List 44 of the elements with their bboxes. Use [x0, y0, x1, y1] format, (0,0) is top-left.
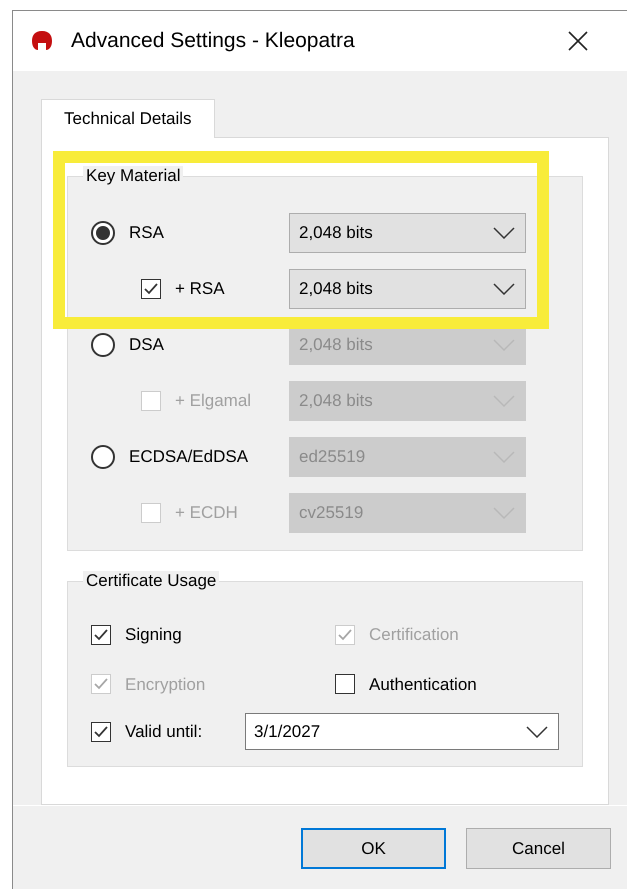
checkbox-label: Authentication	[369, 674, 477, 696]
group-title: Key Material	[83, 166, 184, 186]
chevron-down-icon	[493, 283, 515, 295]
check-icon	[144, 283, 158, 295]
dialog-button[interactable]: OK	[301, 828, 446, 869]
chevron-down-icon	[526, 726, 548, 738]
dialog-button[interactable]: Cancel	[466, 828, 611, 869]
chevron-down-icon	[493, 227, 515, 239]
check-icon	[338, 628, 352, 641]
checkbox-label: Certification	[369, 624, 459, 646]
check-icon	[94, 726, 108, 738]
dropdown-value: 2,048 bits	[299, 334, 373, 356]
radio-label: RSA	[129, 222, 164, 244]
checkbox[interactable]	[91, 722, 111, 742]
window-title: Advanced Settings - Kleopatra	[71, 28, 355, 54]
checkbox-label: Signing	[125, 624, 182, 646]
dropdown-value: cv25519	[299, 502, 364, 524]
check-icon	[94, 628, 108, 641]
checkbox-label: + Elgamal	[175, 390, 252, 412]
radio-button[interactable]	[91, 221, 115, 245]
checkbox-label: + ECDH	[175, 502, 238, 524]
date-field[interactable]: 3/1/2027	[245, 713, 559, 750]
date-value: 3/1/2027	[254, 720, 320, 743]
bits-dropdown[interactable]: 2,048 bits	[289, 269, 526, 309]
dropdown-value: ed25519	[299, 446, 366, 468]
radio-label: DSA	[129, 334, 164, 356]
checkbox-label: + RSA	[175, 278, 225, 300]
radio-label: ECDSA/EdDSA	[129, 446, 248, 468]
checkbox[interactable]	[335, 674, 355, 694]
dropdown-value: 2,048 bits	[299, 278, 373, 300]
checkbox[interactable]	[91, 624, 111, 645]
close-icon[interactable]	[568, 31, 588, 51]
checkbox[interactable]	[141, 279, 161, 299]
radio-button[interactable]	[91, 445, 115, 469]
checkbox-label: Valid until:	[125, 720, 204, 743]
dropdown-value: 2,048 bits	[299, 222, 373, 244]
tab[interactable]: Technical Details	[41, 99, 215, 138]
checkbox-label: Encryption	[125, 674, 206, 696]
bits-dropdown[interactable]: 2,048 bits	[289, 213, 526, 253]
group-title: Certificate Usage	[83, 571, 220, 591]
radio-button[interactable]	[91, 333, 115, 357]
check-icon	[94, 678, 108, 690]
app-icon	[31, 30, 53, 52]
dropdown-value: 2,048 bits	[299, 390, 373, 412]
